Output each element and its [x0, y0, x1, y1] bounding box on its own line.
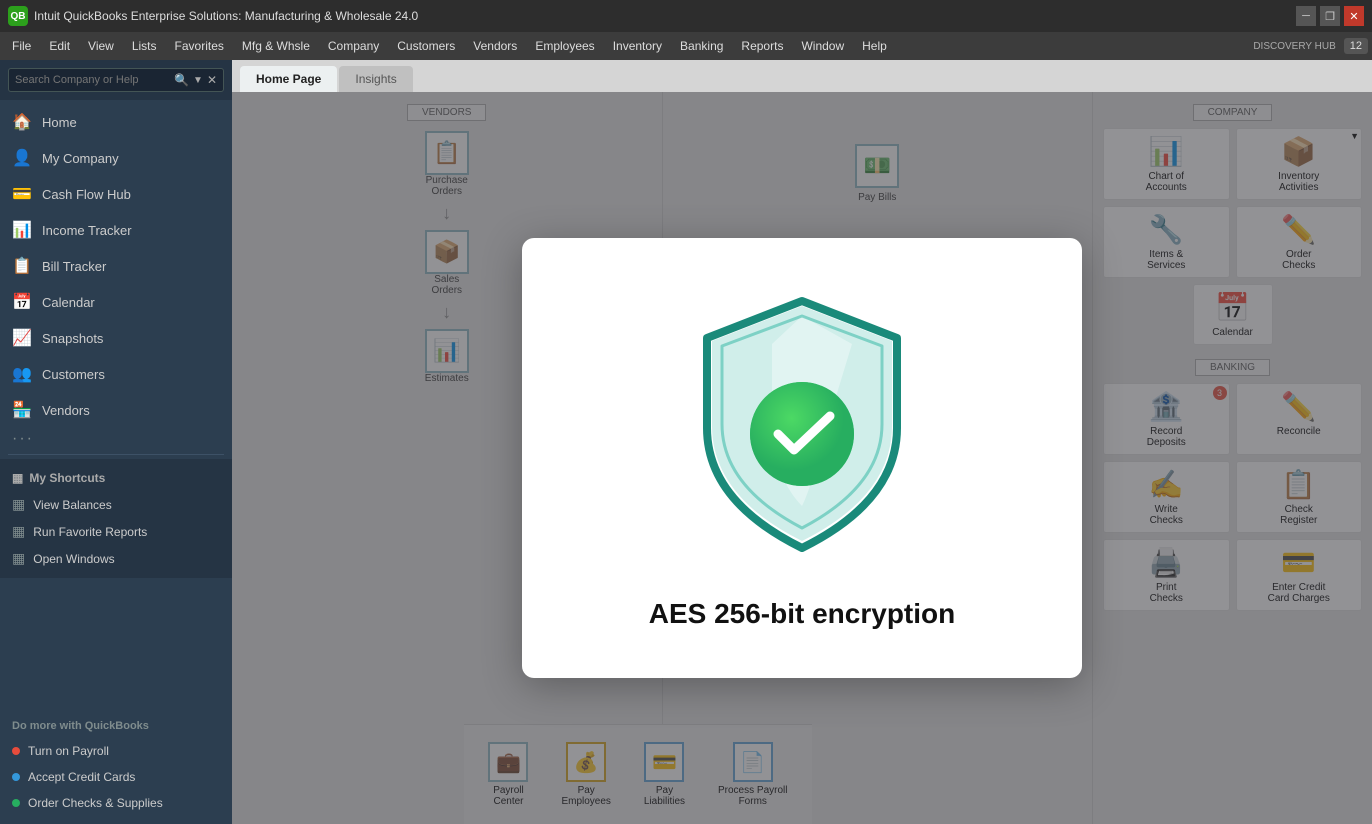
menu-bar: File Edit View Lists Favorites Mfg & Whs…: [0, 32, 1372, 60]
menu-lists[interactable]: Lists: [124, 36, 165, 56]
window-title: Intuit QuickBooks Enterprise Solutions: …: [34, 9, 418, 23]
snapshots-icon: 📈: [12, 328, 32, 348]
search-input[interactable]: [15, 74, 170, 86]
restore-button[interactable]: ❐: [1320, 6, 1340, 26]
sidebar-item-calendar-label: Calendar: [42, 295, 95, 310]
company-icon: 👤: [12, 148, 32, 168]
accept-credit-cards-label: Accept Credit Cards: [28, 770, 135, 784]
run-reports-icon: ▦: [12, 523, 25, 540]
checks-icon: [12, 799, 20, 807]
sidebar-item-vendors-label: Vendors: [42, 403, 90, 418]
do-more-section: Do more with QuickBooks Turn on Payroll …: [0, 706, 232, 824]
tab-insights[interactable]: Insights: [339, 66, 412, 92]
sidebar-item-customers[interactable]: 👥 Customers: [0, 356, 232, 392]
payroll-icon: [12, 747, 20, 755]
menu-inventory[interactable]: Inventory: [605, 36, 670, 56]
sidebar-item-income-tracker[interactable]: 📊 Income Tracker: [0, 212, 232, 248]
menu-view[interactable]: View: [80, 36, 122, 56]
modal-box: AES 256-bit encryption: [522, 238, 1082, 678]
shortcuts-label: My Shortcuts: [29, 471, 105, 485]
sidebar-search: 🔍 ▼ ✕: [0, 60, 232, 100]
sidebar: 🔍 ▼ ✕ 🏠 Home 👤 My Company 💳 Cash Flow Hu…: [0, 60, 232, 824]
do-more-header: Do more with QuickBooks: [0, 714, 232, 738]
sidebar-item-cash-flow-label: Cash Flow Hub: [42, 187, 131, 202]
menu-favorites[interactable]: Favorites: [167, 36, 232, 56]
time-display: 12: [1344, 38, 1368, 54]
sidebar-item-bill-tracker[interactable]: 📋 Bill Tracker: [0, 248, 232, 284]
order-checks-supplies[interactable]: Order Checks & Supplies: [0, 790, 232, 816]
sidebar-nav: 🏠 Home 👤 My Company 💳 Cash Flow Hub 📊 In…: [0, 100, 232, 706]
home-icon: 🏠: [12, 112, 32, 132]
discovery-hub[interactable]: DISCOVERY HUB: [1253, 41, 1335, 52]
shortcut-view-balances[interactable]: ▦ View Balances: [0, 491, 232, 518]
sidebar-item-cash-flow-hub[interactable]: 💳 Cash Flow Hub: [0, 176, 232, 212]
income-tracker-icon: 📊: [12, 220, 32, 240]
content-area: VENDORS 📋 PurchaseOrders ↓ 📦 SalesOrders: [232, 92, 1372, 824]
view-balances-icon: ▦: [12, 496, 25, 513]
sidebar-item-snapshots-label: Snapshots: [42, 331, 103, 346]
close-button[interactable]: ✕: [1344, 6, 1364, 26]
search-close-icon[interactable]: ✕: [207, 73, 217, 87]
main-content: Home Page Insights VENDORS 📋 PurchaseOrd…: [232, 60, 1372, 824]
shortcut-open-windows[interactable]: ▦ Open Windows: [0, 545, 232, 572]
shortcuts-header[interactable]: ▦ My Shortcuts: [0, 465, 232, 491]
menu-reports[interactable]: Reports: [733, 36, 791, 56]
modal-overlay[interactable]: AES 256-bit encryption: [232, 92, 1372, 824]
shortcut-run-reports-label: Run Favorite Reports: [33, 525, 147, 539]
menu-edit[interactable]: Edit: [41, 36, 78, 56]
sidebar-item-income-label: Income Tracker: [42, 223, 132, 238]
turn-on-payroll-label: Turn on Payroll: [28, 744, 109, 758]
menu-file[interactable]: File: [4, 36, 39, 56]
turn-on-payroll[interactable]: Turn on Payroll: [0, 738, 232, 764]
calendar-icon: 📅: [12, 292, 32, 312]
shortcuts-section: ▦ My Shortcuts ▦ View Balances ▦ Run Fav…: [0, 459, 232, 578]
app-body: 🔍 ▼ ✕ 🏠 Home 👤 My Company 💳 Cash Flow Hu…: [0, 60, 1372, 824]
menu-banking[interactable]: Banking: [672, 36, 731, 56]
menu-customers[interactable]: Customers: [389, 36, 463, 56]
sidebar-item-customers-label: Customers: [42, 367, 105, 382]
customers-icon: 👥: [12, 364, 32, 384]
title-bar: QB Intuit QuickBooks Enterprise Solution…: [0, 0, 1372, 32]
menu-company[interactable]: Company: [320, 36, 387, 56]
menu-help[interactable]: Help: [854, 36, 895, 56]
cash-flow-icon: 💳: [12, 184, 32, 204]
open-windows-icon: ▦: [12, 550, 25, 567]
sidebar-item-snapshots[interactable]: 📈 Snapshots: [0, 320, 232, 356]
sidebar-item-company-label: My Company: [42, 151, 119, 166]
shield-graphic: [682, 286, 922, 566]
shortcut-run-reports[interactable]: ▦ Run Favorite Reports: [0, 518, 232, 545]
search-box[interactable]: 🔍 ▼ ✕: [8, 68, 224, 92]
shortcut-open-windows-label: Open Windows: [33, 552, 114, 566]
sidebar-item-my-company[interactable]: 👤 My Company: [0, 140, 232, 176]
order-checks-label: Order Checks & Supplies: [28, 796, 163, 810]
menu-vendors[interactable]: Vendors: [465, 36, 525, 56]
nav-divider: [8, 454, 224, 455]
shortcut-view-balances-label: View Balances: [33, 498, 112, 512]
sidebar-item-calendar[interactable]: 📅 Calendar: [0, 284, 232, 320]
search-dropdown-icon[interactable]: ▼: [193, 75, 203, 86]
accept-credit-cards[interactable]: Accept Credit Cards: [0, 764, 232, 790]
search-icon[interactable]: 🔍: [174, 73, 189, 87]
menu-employees[interactable]: Employees: [527, 36, 602, 56]
window-controls[interactable]: ─ ❐ ✕: [1296, 6, 1364, 26]
bill-tracker-icon: 📋: [12, 256, 32, 276]
sidebar-item-home[interactable]: 🏠 Home: [0, 104, 232, 140]
menu-window[interactable]: Window: [793, 36, 852, 56]
shortcuts-grid-icon: ▦: [12, 471, 23, 485]
nav-more-dots[interactable]: ···: [0, 428, 232, 450]
menu-mfg[interactable]: Mfg & Whsle: [234, 36, 318, 56]
modal-title: AES 256-bit encryption: [649, 598, 956, 630]
tab-home-page[interactable]: Home Page: [240, 66, 337, 92]
sidebar-item-bill-label: Bill Tracker: [42, 259, 106, 274]
app-logo: QB: [8, 6, 28, 26]
sidebar-item-home-label: Home: [42, 115, 77, 130]
minimize-button[interactable]: ─: [1296, 6, 1316, 26]
vendors-icon: 🏪: [12, 400, 32, 420]
tab-bar: Home Page Insights: [232, 60, 1372, 92]
credit-card-icon: [12, 773, 20, 781]
sidebar-item-vendors[interactable]: 🏪 Vendors: [0, 392, 232, 428]
